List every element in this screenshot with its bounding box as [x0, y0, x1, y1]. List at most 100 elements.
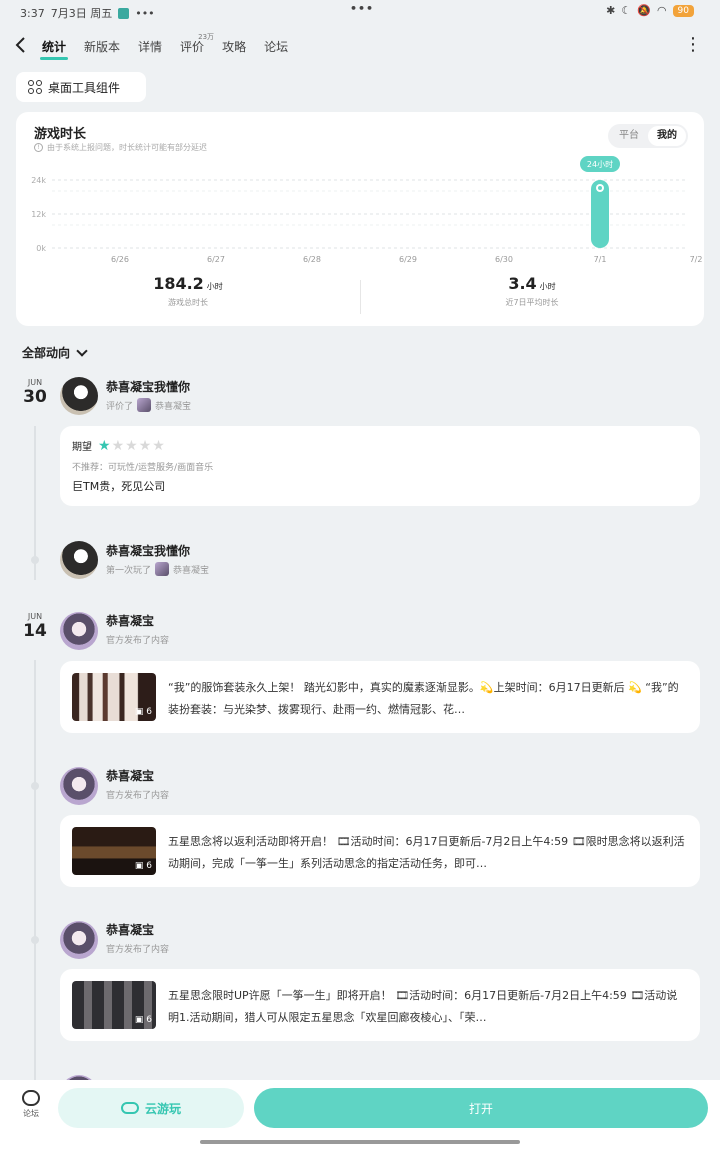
- image-count: 6: [146, 861, 152, 871]
- star-filled-icon: ★: [98, 437, 111, 454]
- timeline-dot: [31, 782, 39, 790]
- value-bubble-label: 24小时: [587, 159, 613, 169]
- post-card[interactable]: ▣ 6 五星思念限时UP许愿「一筝一生」即将开启！ 🎞活动时间：6月17日更新后…: [60, 969, 700, 1041]
- reviews-count-badge: 23万: [198, 33, 215, 41]
- timeline-dot: [31, 936, 39, 944]
- tab-bar: 统计 新版本 详情 评价 23万 攻略 论坛: [39, 33, 288, 60]
- feed-action: 官方发布了内容: [106, 945, 170, 955]
- rating-stars: ★ ★ ★ ★ ★: [98, 439, 165, 453]
- avg-playtime-unit: 小时: [539, 282, 556, 291]
- feed-action: 官方发布了内容: [106, 791, 170, 801]
- review-card[interactable]: 期望 ★ ★ ★ ★ ★ 不推荐：可玩性/运营服务/画面音乐 巨TM贵，死见公司: [60, 426, 700, 506]
- status-bar: 3:37 7月3日 周五 ••• ••• ✱ ☾ 🔕 ◠ 90: [0, 0, 720, 24]
- image-count-badge: ▣ 6: [134, 861, 152, 871]
- post-thumbnail: ▣ 6: [72, 981, 156, 1029]
- forum-chat-icon: [22, 1090, 40, 1106]
- toggle-platform[interactable]: 平台: [610, 126, 648, 146]
- playtime-title: 游戏时长: [34, 127, 87, 142]
- date-month: JUN: [27, 612, 43, 621]
- feed-target[interactable]: 恭喜凝宝: [173, 563, 209, 576]
- tab-forum[interactable]: 论坛: [264, 38, 288, 55]
- star-empty-icon: ★: [152, 437, 165, 454]
- date-marker: JUN 14: [18, 612, 52, 641]
- back-button[interactable]: [14, 36, 34, 58]
- date-day: 30: [23, 387, 47, 407]
- feed-action: 官方发布了内容: [106, 636, 170, 646]
- feed-user-name[interactable]: 恭喜凝宝我懂你: [106, 542, 190, 559]
- date-month: JUN: [27, 378, 43, 387]
- avg-playtime-value: 3.4: [508, 274, 537, 293]
- x-tick-label: 7/1: [594, 255, 607, 264]
- tab-details[interactable]: 详情: [138, 38, 162, 55]
- platform-mine-toggle: 平台 我的: [608, 124, 688, 148]
- moon-icon: ☾: [621, 4, 632, 17]
- mute-icon: 🔕: [637, 4, 651, 17]
- post-text: 五星思念限时UP许愿「一筝一生」即将开启！ 🎞活动时间：6月17日更新后-7月2…: [168, 989, 678, 1024]
- x-tick-label: 6/27: [207, 255, 225, 264]
- game-icon: [155, 562, 170, 576]
- review-title: 期望: [72, 442, 92, 453]
- feed-user-name[interactable]: 恭喜凝宝: [106, 921, 154, 938]
- open-game-button[interactable]: 打开: [254, 1088, 708, 1128]
- wifi-icon: ◠: [656, 4, 667, 17]
- avatar[interactable]: [60, 377, 98, 415]
- forum-button[interactable]: 论坛: [16, 1090, 46, 1119]
- feed-user-name[interactable]: 恭喜凝宝我懂你: [106, 378, 190, 395]
- tab-new-version[interactable]: 新版本: [84, 38, 120, 55]
- post-thumbnail: ▣ 6: [72, 673, 156, 721]
- x-tick-label: 6/29: [399, 255, 417, 264]
- post-card[interactable]: ▣ 6 “我”的服饰套装永久上架！ 踏光幻影中，真实的魔素逐渐显影。💫上架时间：…: [60, 661, 700, 733]
- bottom-action-bar: 论坛 云游玩 打开: [0, 1080, 720, 1152]
- more-notifications-icon: •••: [135, 6, 155, 20]
- activity-filter-dropdown[interactable]: 全部动向: [22, 344, 88, 361]
- status-time: 3:37: [20, 6, 45, 20]
- avg-playtime-label: 近7日平均时长: [505, 298, 559, 307]
- feed-target[interactable]: 恭喜凝宝: [155, 399, 191, 412]
- y-tick-label: 24k: [31, 176, 46, 185]
- forum-label: 论坛: [23, 1109, 39, 1118]
- date-day: 14: [23, 621, 47, 641]
- more-options-button[interactable]: ⋮: [684, 36, 702, 54]
- review-header: 期望 ★ ★ ★ ★ ★: [72, 438, 165, 454]
- avatar[interactable]: [60, 541, 98, 579]
- playtime-chart: 24k 12k 0k 6/26 6/27 6/28 6/29 6/30 7/1 24小时 7/2: [31, 156, 703, 264]
- status-date: 7月3日 周五: [50, 7, 113, 20]
- home-indicator[interactable]: [200, 1140, 520, 1144]
- open-game-label: 打开: [468, 1101, 493, 1116]
- image-count: 6: [146, 707, 152, 717]
- gamepad-icon: [120, 1102, 139, 1114]
- cloud-play-button[interactable]: 云游玩: [58, 1088, 244, 1128]
- top-nav: 统计 新版本 详情 评价 23万 攻略 论坛 ⋮: [0, 32, 720, 62]
- avatar[interactable]: [60, 767, 98, 805]
- x-tick-label: 7/2: [690, 255, 703, 264]
- desktop-widget-label: 桌面工具组件: [48, 80, 121, 95]
- date-marker: JUN 30: [18, 378, 52, 407]
- image-count: 6: [146, 1015, 152, 1025]
- playtime-stats-card: 游戏时长 ! 由于系统上报问题，时长统计可能有部分延迟 平台 我的 24k 12k…: [16, 112, 704, 326]
- x-tick-label: 6/26: [111, 255, 129, 264]
- tab-stats[interactable]: 统计: [39, 38, 69, 60]
- star-empty-icon: ★: [138, 437, 152, 454]
- tab-reviews[interactable]: 评价 23万: [180, 33, 214, 55]
- post-card[interactable]: ▣ 6 五星思念将以返利活动即将开启！ 🎞活动时间：6月17日更新后-7月2日上…: [60, 815, 700, 887]
- window-handle-icon[interactable]: •••: [350, 2, 374, 15]
- avatar[interactable]: [60, 612, 98, 650]
- feed-action-text: 评价了: [106, 401, 134, 412]
- tab-reviews-label: 评价: [180, 40, 205, 54]
- timeline-line: [34, 660, 36, 1080]
- avatar[interactable]: [60, 921, 98, 959]
- image-count-badge: ▣ 6: [134, 1015, 152, 1025]
- playtime-summary: 184.2 小时 游戏总时长 3.4 小时 近7日平均时长: [16, 274, 704, 322]
- review-text: 巨TM贵，死见公司: [72, 480, 166, 493]
- app-notification-icon: [118, 7, 130, 19]
- desktop-widget-button[interactable]: 桌面工具组件: [16, 72, 146, 102]
- info-icon: !: [34, 143, 43, 152]
- widget-grid-icon: [28, 80, 42, 94]
- review-tags: 不推荐：可玩性/运营服务/画面音乐: [72, 463, 214, 473]
- feed-user-name[interactable]: 恭喜凝宝: [106, 767, 154, 784]
- toggle-mine[interactable]: 我的: [648, 126, 686, 146]
- feed-user-name[interactable]: 恭喜凝宝: [106, 612, 154, 629]
- feed-action: 评价了 恭喜凝宝: [106, 398, 191, 412]
- bar-point-inner: [598, 186, 602, 190]
- tab-guides[interactable]: 攻略: [222, 38, 246, 55]
